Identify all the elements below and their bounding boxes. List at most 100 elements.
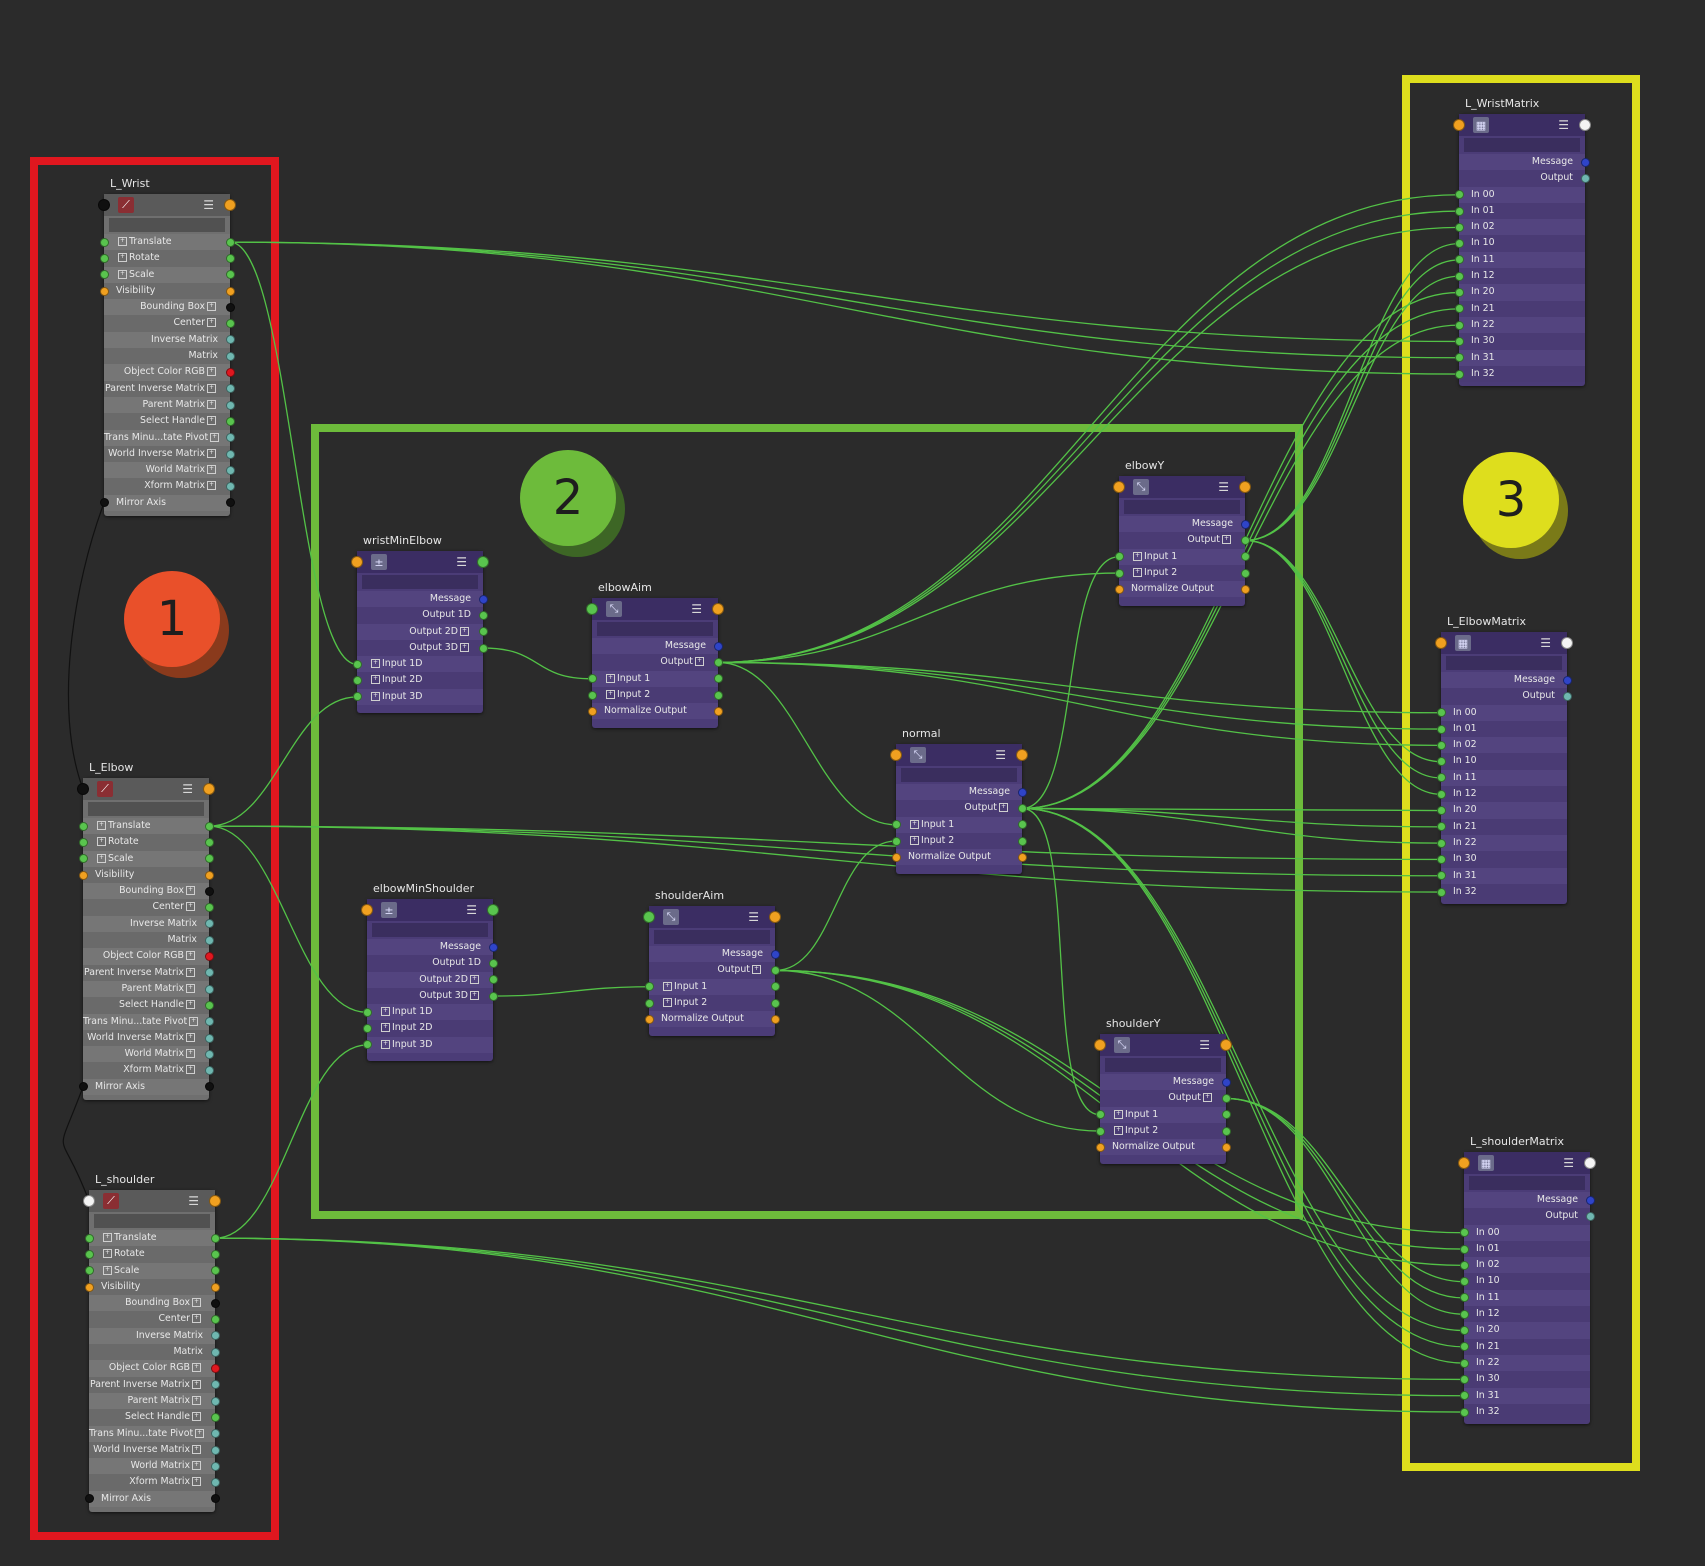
input-2-in-port[interactable] [587, 690, 597, 700]
input-2-in-port[interactable] [1095, 1126, 1105, 1136]
attr-row-parent-matrix[interactable]: Parent Matrix + [104, 396, 230, 414]
attr-row-normalize-output[interactable]: Normalize Output [592, 703, 718, 720]
attr-row-normalize-output[interactable]: Normalize Output [1119, 581, 1245, 598]
rotate-out-port[interactable] [225, 253, 235, 263]
input-2-in-port[interactable] [644, 998, 654, 1008]
normalize-output-out-port[interactable] [1240, 584, 1250, 594]
attr-row-object-color-rgb[interactable]: Object Color RGB + [89, 1360, 215, 1377]
trans-minu-tate-pivot-out-port[interactable] [225, 433, 235, 443]
translate-in-port[interactable] [84, 1233, 94, 1243]
attr-row-input-3d[interactable]: + Input 3D [367, 1036, 493, 1054]
expand-icon[interactable]: + [192, 1314, 201, 1324]
node-name-field[interactable] [1446, 656, 1562, 670]
attr-row-in-32[interactable]: In 32 [1441, 883, 1567, 901]
attr-row-in-00[interactable]: In 00 [1459, 186, 1585, 203]
output-out-port[interactable] [1580, 173, 1590, 183]
attr-row-in-30[interactable]: In 30 [1459, 333, 1585, 350]
input-2-out-port[interactable] [1240, 568, 1250, 578]
world-matrix-out-port[interactable] [210, 1461, 220, 1471]
output-1d-out-port[interactable] [488, 958, 498, 968]
attr-row-visibility[interactable]: Visibility [104, 282, 230, 300]
attr-row-input-1[interactable]: + Input 1 [1100, 1106, 1226, 1123]
attr-row-in-30[interactable]: In 30 [1441, 851, 1567, 868]
input-2-out-port[interactable] [1221, 1126, 1231, 1136]
attr-row-output[interactable]: Output + [1119, 532, 1245, 549]
attr-row-output[interactable]: Output [1459, 170, 1585, 187]
input-1-out-port[interactable] [1017, 820, 1027, 830]
node-name-field[interactable] [88, 802, 204, 816]
parent-matrix-out-port[interactable] [204, 984, 214, 994]
node-menu-icon[interactable]: ☰ [466, 904, 477, 916]
in-30-in-port[interactable] [1454, 336, 1464, 346]
visibility-out-port[interactable] [204, 870, 214, 880]
input-1-out-port[interactable] [770, 982, 780, 992]
translate-out-port[interactable] [204, 821, 214, 831]
expand-icon[interactable]: + [118, 237, 127, 246]
attr-row-input-2[interactable]: + Input 2 [896, 832, 1022, 850]
expand-icon[interactable]: + [371, 691, 380, 701]
expand-icon[interactable]: + [910, 835, 919, 845]
attr-row-translate[interactable]: + Translate [89, 1230, 215, 1247]
rotate-out-port[interactable] [210, 1249, 220, 1259]
visibility-in-port[interactable] [84, 1282, 94, 1292]
attr-row-in-01[interactable]: In 01 [1441, 720, 1567, 738]
header-out-port[interactable] [209, 1195, 221, 1207]
mirror-axis-in-port[interactable] [78, 1082, 88, 1092]
expand-icon[interactable]: + [381, 1023, 390, 1033]
attr-row-input-2[interactable]: + Input 2 [1100, 1122, 1226, 1140]
attr-row-in-12[interactable]: In 12 [1441, 786, 1567, 803]
input-1-in-port[interactable] [891, 820, 901, 830]
attr-row-in-10[interactable]: In 10 [1459, 235, 1585, 252]
input-2-out-port[interactable] [713, 690, 723, 700]
in-10-in-port[interactable] [1436, 757, 1446, 767]
header-in-port[interactable] [77, 783, 89, 795]
node-name-field[interactable] [362, 575, 478, 589]
attr-row-inverse-matrix[interactable]: Inverse Matrix [83, 915, 209, 933]
attr-row-parent-matrix[interactable]: Parent Matrix + [83, 980, 209, 998]
attr-row-scale[interactable]: + Scale [83, 850, 209, 867]
translate-out-port[interactable] [225, 237, 235, 247]
expand-icon[interactable]: + [371, 659, 380, 669]
node-shouldery[interactable]: shoulderY ⤡ ☰ Message Output + + Input 1 + Input … [1094, 1017, 1232, 1164]
node-normal[interactable]: normal ⤡ ☰ Message Output + + Input 1 + Input 2 No… [890, 727, 1028, 874]
attr-row-center[interactable]: Center + [83, 899, 209, 916]
node-elbowminshoulder[interactable]: elbowMinShoulder ± ☰ Message Output 1D Output… [361, 882, 499, 1061]
expand-icon[interactable]: + [207, 416, 216, 426]
header-in-port[interactable] [1113, 481, 1125, 493]
attr-row-input-3d[interactable]: + Input 3D [357, 688, 483, 706]
expand-icon[interactable]: + [695, 657, 704, 667]
attr-row-message[interactable]: Message [1464, 1192, 1590, 1209]
in-02-in-port[interactable] [1436, 740, 1446, 750]
in-10-in-port[interactable] [1454, 239, 1464, 249]
expand-icon[interactable]: + [97, 837, 106, 847]
in-20-in-port[interactable] [1436, 806, 1446, 816]
node-menu-icon[interactable]: ☰ [748, 911, 759, 923]
expand-icon[interactable]: + [207, 318, 216, 328]
normalize-output-in-port[interactable] [644, 1014, 654, 1024]
attr-row-input-2d[interactable]: + Input 2D [367, 1020, 493, 1037]
node-header[interactable]: ▦ ☰ [1464, 1152, 1590, 1174]
attr-row-in-22[interactable]: In 22 [1459, 316, 1585, 334]
expand-icon[interactable]: + [1133, 551, 1142, 561]
expand-icon[interactable]: + [470, 974, 479, 984]
attr-row-message[interactable]: Message [1100, 1074, 1226, 1091]
expand-icon[interactable]: + [1222, 535, 1231, 545]
object-color-rgb-out-port[interactable] [210, 1364, 220, 1374]
attr-row-world-inverse-matrix[interactable]: World Inverse Matrix + [104, 445, 230, 463]
expand-icon[interactable]: + [1133, 567, 1142, 577]
attr-row-in-21[interactable]: In 21 [1459, 300, 1585, 317]
normalize-output-out-port[interactable] [1017, 852, 1027, 862]
inverse-matrix-out-port[interactable] [225, 335, 235, 345]
visibility-in-port[interactable] [99, 286, 109, 296]
input-2-in-port[interactable] [891, 836, 901, 846]
attr-row-output-1d[interactable]: Output 1D [357, 607, 483, 624]
expand-icon[interactable]: + [207, 367, 216, 377]
in-21-in-port[interactable] [1454, 304, 1464, 314]
in-11-in-port[interactable] [1454, 255, 1464, 265]
node-l-shoulder[interactable]: L_shoulder ⟋ ☰ + Translate + Rotate + Scale Visib… [83, 1173, 221, 1512]
center-out-port[interactable] [204, 903, 214, 913]
attr-row-input-1[interactable]: + Input 1 [649, 978, 775, 995]
attr-row-parent-matrix[interactable]: Parent Matrix + [89, 1392, 215, 1410]
expand-icon[interactable]: + [999, 803, 1008, 813]
message-out-port[interactable] [488, 942, 498, 952]
